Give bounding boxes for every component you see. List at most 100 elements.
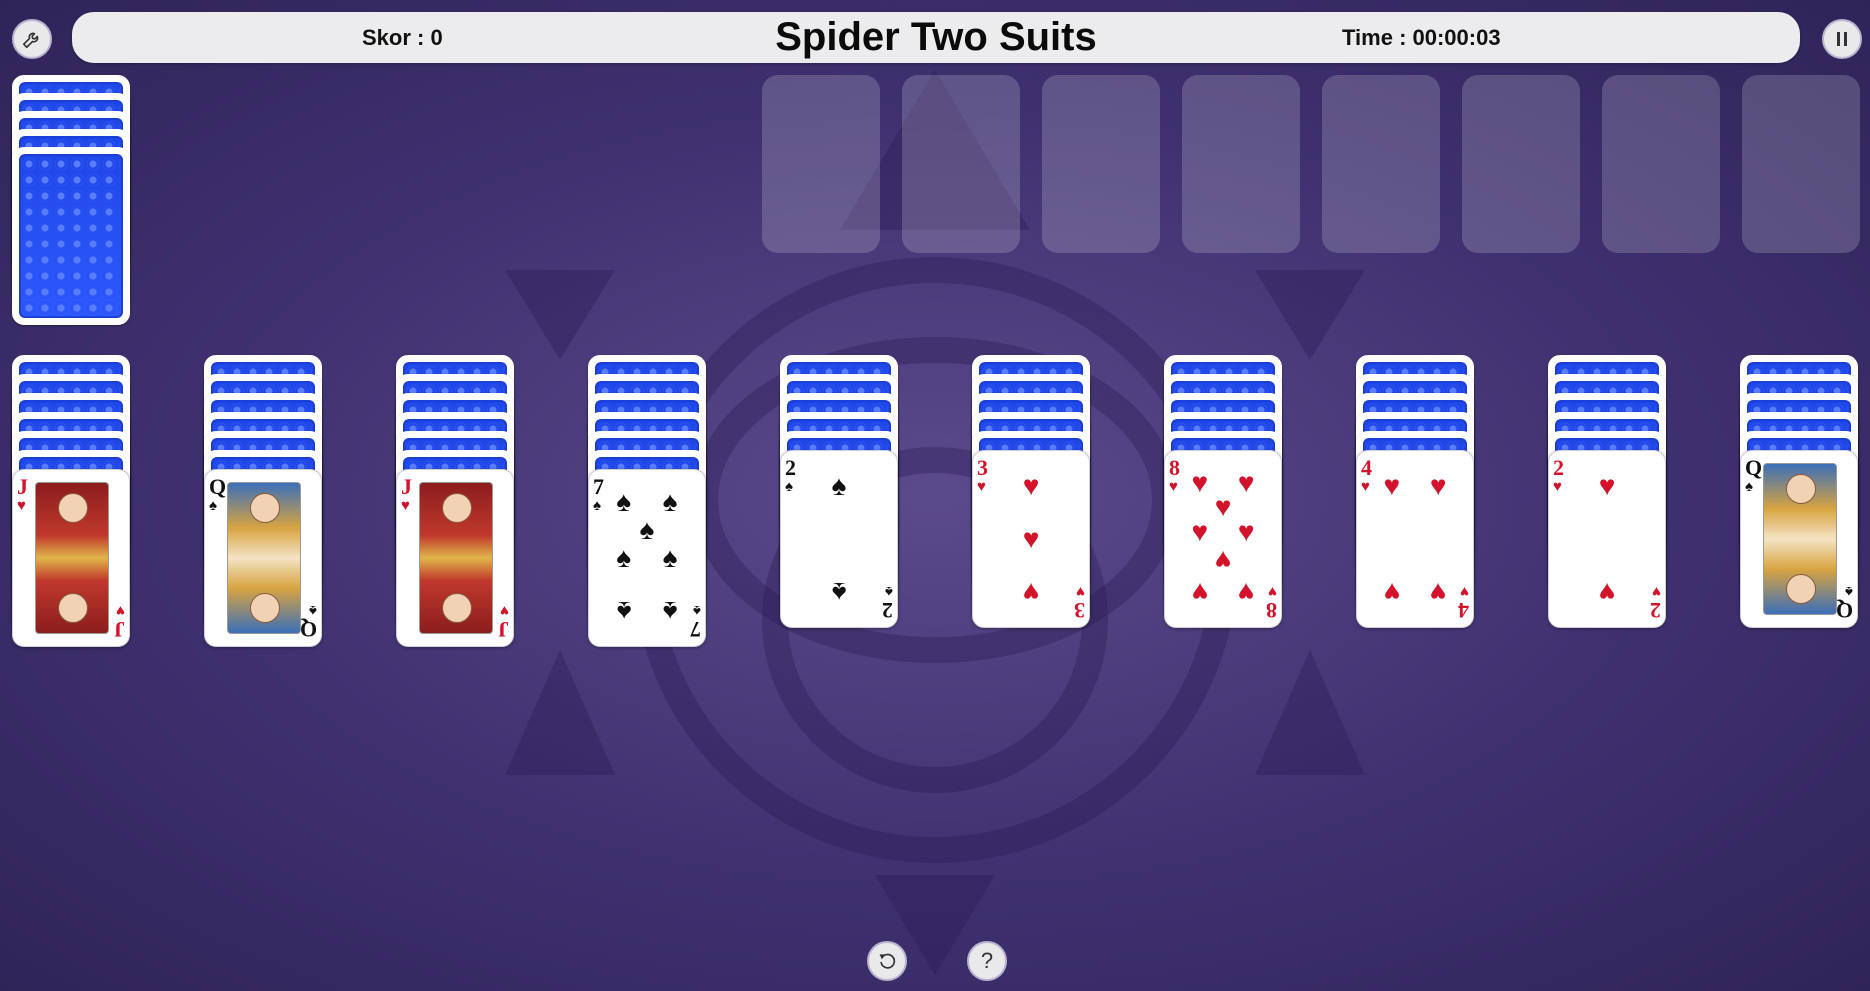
heart-icon: ♥ — [1237, 576, 1255, 608]
foundation-slot — [1742, 75, 1860, 253]
settings-button[interactable] — [12, 19, 52, 59]
card-8-of-hearts[interactable]: 8 ♥ ♥ ♥ ♥ ♥ ♥ ♥ ♥ ♥ ♥ 8 — [1164, 450, 1282, 628]
card-rank: 2 — [785, 455, 796, 480]
spade-icon: ♠ — [616, 485, 632, 517]
card-rank: J — [17, 474, 28, 499]
card-rank: 2 — [882, 598, 893, 623]
foundation-slot — [1462, 75, 1580, 253]
pause-icon — [1837, 32, 1847, 46]
card-rank: J — [114, 617, 125, 642]
heart-icon: ♥ — [1361, 478, 1370, 495]
spade-icon: ♠ — [1845, 583, 1853, 600]
card-rank: Q — [209, 474, 227, 499]
heart-icon: ♥ — [1598, 576, 1616, 608]
card-2-of-spades[interactable]: 2 ♠ ♠ ♠ ♠ 2 — [780, 450, 898, 628]
foundation-slot — [1042, 75, 1160, 253]
card-rank: 2 — [1553, 455, 1564, 480]
spade-icon: ♠ — [662, 595, 678, 627]
card-rank: J — [401, 474, 412, 499]
heart-icon: ♥ — [1022, 523, 1040, 554]
foundation-slot — [762, 75, 880, 253]
spade-icon: ♠ — [693, 602, 701, 619]
spade-icon: ♠ — [1745, 478, 1753, 495]
heart-icon: ♥ — [1214, 491, 1232, 523]
card-rank: Q — [1745, 455, 1763, 480]
heart-icon: ♥ — [1191, 466, 1209, 498]
spade-icon: ♠ — [831, 576, 847, 608]
card-rank: 7 — [690, 617, 701, 642]
heart-icon: ♥ — [17, 497, 26, 514]
heart-icon: ♥ — [1383, 470, 1401, 502]
heart-icon: ♥ — [116, 602, 125, 619]
spade-icon: ♠ — [639, 513, 655, 545]
card-rank: 8 — [1169, 455, 1180, 480]
heart-icon: ♥ — [1268, 583, 1277, 600]
jack-figure — [35, 482, 109, 634]
jack-figure — [419, 482, 493, 634]
pause-button[interactable] — [1822, 19, 1862, 59]
heart-icon: ♥ — [401, 497, 410, 514]
help-button[interactable]: ? — [967, 941, 1007, 981]
heart-icon: ♥ — [1237, 466, 1255, 498]
heart-icon: ♥ — [1022, 576, 1040, 608]
card-rank: 4 — [1361, 455, 1372, 480]
heart-icon: ♥ — [1598, 470, 1616, 502]
spade-icon: ♠ — [785, 478, 793, 495]
heart-icon: ♥ — [1429, 470, 1447, 502]
heart-icon: ♥ — [1169, 478, 1178, 495]
foundation-slot — [902, 75, 1020, 253]
heart-icon: ♥ — [1429, 576, 1447, 608]
stock-card-back[interactable] — [12, 147, 130, 325]
heart-icon: ♥ — [1383, 576, 1401, 608]
heart-icon: ♥ — [1076, 583, 1085, 600]
game-title: Spider Two Suits — [775, 15, 1097, 59]
card-rank: Q — [299, 617, 317, 642]
foundation-slot — [1182, 75, 1300, 253]
question-icon: ? — [980, 948, 994, 973]
heart-icon: ♥ — [977, 478, 986, 495]
foundation-slot — [1322, 75, 1440, 253]
queen-figure — [227, 482, 301, 634]
card-rank: Q — [1835, 598, 1853, 623]
card-2-of-hearts[interactable]: 2 ♥ ♥ ♥ ♥ 2 — [1548, 450, 1666, 628]
heart-icon: ♥ — [1652, 583, 1661, 600]
heart-icon: ♥ — [1553, 478, 1562, 495]
foundation-slot — [1602, 75, 1720, 253]
card-4-of-hearts[interactable]: 4 ♥ ♥ ♥ ♥ ♥ ♥ 4 — [1356, 450, 1474, 628]
card-rank: 3 — [1074, 598, 1085, 623]
spade-icon: ♠ — [616, 542, 632, 573]
heart-icon: ♥ — [1214, 545, 1232, 577]
wrench-icon — [22, 32, 39, 49]
heart-icon: ♥ — [1022, 470, 1040, 502]
card-j-of-hearts[interactable]: J ♥ ♥ J — [396, 469, 514, 647]
spade-icon: ♠ — [662, 542, 678, 573]
heart-icon: ♥ — [1237, 515, 1255, 547]
undo-icon — [879, 953, 896, 969]
top-bar: Skor : 0 Spider Two Suits Time : 00:00:0… — [72, 12, 1800, 63]
heart-icon: ♥ — [1460, 583, 1469, 600]
card-q-of-spades[interactable]: Q ♠ ♠ Q — [204, 469, 322, 647]
card-rank: 2 — [1650, 598, 1661, 623]
undo-button[interactable] — [867, 941, 907, 981]
card-3-of-hearts[interactable]: 3 ♥ ♥ ♥ ♥ ♥ 3 — [972, 450, 1090, 628]
spade-icon: ♠ — [662, 485, 678, 517]
heart-icon: ♥ — [500, 602, 509, 619]
card-q-of-spades[interactable]: Q ♠ ♠ Q — [1740, 450, 1858, 628]
queen-figure — [1763, 463, 1837, 615]
spade-icon: ♠ — [309, 602, 317, 619]
card-rank: J — [498, 617, 509, 642]
spade-icon: ♠ — [209, 497, 217, 514]
card-rank: 3 — [977, 455, 988, 480]
spade-icon: ♠ — [831, 470, 847, 502]
spade-icon: ♠ — [593, 497, 601, 514]
card-rank: 8 — [1266, 598, 1277, 623]
heart-icon: ♥ — [1191, 576, 1209, 608]
card-7-of-spades[interactable]: 7 ♠ ♠ ♠ ♠ ♠ ♠ ♠ ♠ ♠ 7 — [588, 469, 706, 647]
card-rank: 7 — [593, 474, 604, 499]
card-j-of-hearts[interactable]: J ♥ ♥ J — [12, 469, 130, 647]
time-label: Time : 00:00:03 — [1342, 25, 1501, 50]
spade-icon: ♠ — [885, 583, 893, 600]
heart-icon: ♥ — [1191, 515, 1209, 547]
spade-icon: ♠ — [616, 595, 632, 627]
card-rank: 4 — [1458, 598, 1469, 623]
